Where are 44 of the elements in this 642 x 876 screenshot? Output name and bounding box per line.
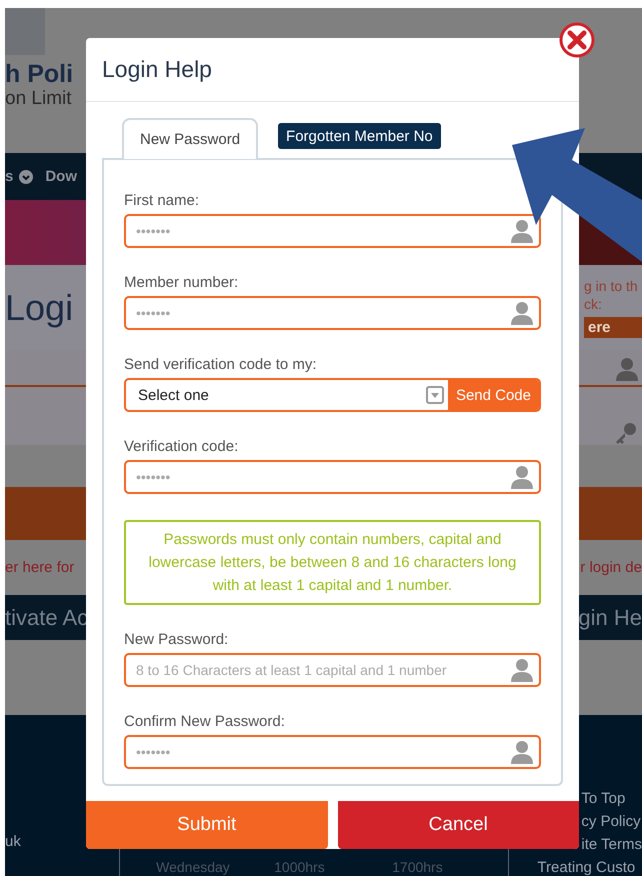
user-icon (511, 219, 533, 243)
close-button[interactable] (559, 22, 595, 58)
here-button[interactable]: ere (584, 317, 642, 338)
footer-link[interactable]: ite Terms (581, 836, 642, 853)
company-name: h Poli (5, 59, 74, 89)
hours-day: Wednesday (156, 860, 274, 875)
submit-button[interactable]: Submit (86, 801, 328, 849)
footer-text: uk (5, 833, 21, 850)
section-heading: gin He (578, 604, 642, 630)
company-subtitle: on Limit (5, 89, 72, 109)
user-icon (511, 465, 533, 489)
field-label: Confirm New Password: (124, 713, 286, 731)
input-field[interactable]: ••••••• (124, 296, 541, 330)
login-heading: Logi (5, 286, 74, 328)
dialog-title: Login Help (102, 56, 212, 83)
intro-text: g in to th (584, 277, 639, 295)
tab[interactable]: New Password (122, 118, 258, 159)
user-icon (511, 740, 533, 764)
logo-block (5, 8, 45, 55)
field-label: Member number: (124, 274, 240, 292)
password-rules-note: Passwords must only contain numbers, capital and lowercase letters, be between 8 and 16 characters long with at least 1 capital and 1 number. (124, 520, 541, 605)
footer-link[interactable]: cy Policy (581, 813, 641, 830)
user-icon (511, 301, 533, 325)
input-field[interactable]: ••••••• (124, 460, 541, 494)
nav-item[interactable]: Dow (45, 168, 78, 185)
field-label: Send verification code to my: (124, 356, 318, 374)
nav-item[interactable]: s (5, 168, 34, 185)
tab[interactable]: Forgotten Member No (278, 123, 441, 149)
input-field[interactable]: ••••••• (124, 214, 541, 248)
field-label: New Password: (124, 631, 230, 649)
section-heading: tivate Ac (5, 604, 88, 630)
field-label: First name: (124, 192, 200, 210)
footer-link[interactable]: Treating Custo (537, 859, 636, 876)
hours-close: 1700hrs (392, 860, 444, 875)
intro-text: ck: (584, 295, 603, 313)
hours-open: 1000hrs (274, 860, 326, 875)
field-label: Verification code: (124, 438, 240, 456)
input-field[interactable]: 8 to 16 Characters at least 1 capital and 1 number (124, 653, 541, 687)
key-icon (614, 420, 638, 444)
user-icon (511, 658, 533, 682)
cancel-button[interactable]: Cancel (338, 801, 579, 849)
input-field[interactable]: ••••••• (124, 735, 541, 769)
footer-link[interactable]: To Top (581, 790, 626, 807)
user-icon (616, 356, 638, 380)
